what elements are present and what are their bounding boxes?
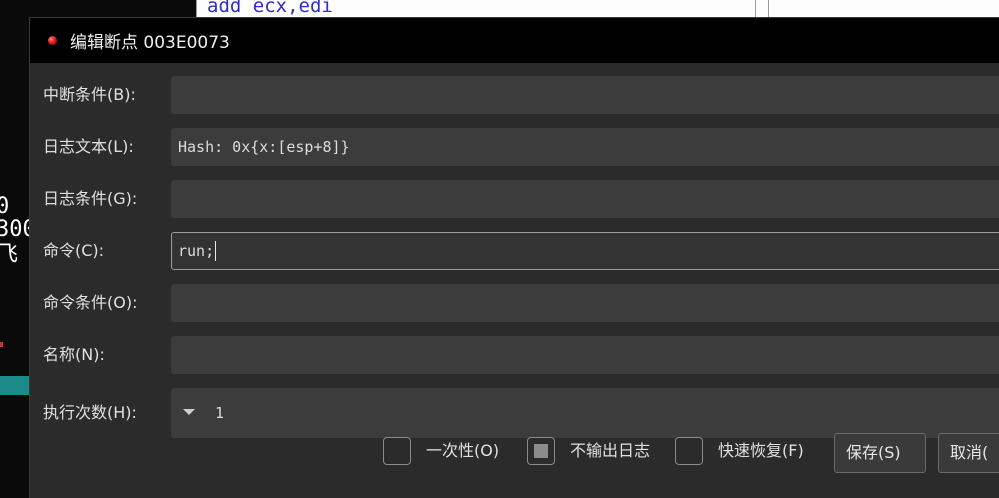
breakpoint-dot-icon xyxy=(48,36,57,45)
cancel-button[interactable]: 取消( xyxy=(938,433,999,473)
command-condition-input[interactable] xyxy=(171,284,999,322)
background-fragment: 飞 xyxy=(0,242,19,267)
chevron-down-icon[interactable] xyxy=(183,409,195,415)
log-condition-row: 日志条件(G): xyxy=(30,180,999,218)
hit-count-spinbox[interactable]: 1 xyxy=(171,388,999,438)
break-condition-row: 中断条件(B): xyxy=(30,76,999,114)
save-button[interactable]: 保存(S) xyxy=(834,433,926,473)
fast-resume-checkbox[interactable] xyxy=(675,437,703,465)
fast-resume-label[interactable]: 快速恢复(F) xyxy=(718,437,804,465)
text-caret xyxy=(215,240,217,261)
background-code-text: add ecx,edi xyxy=(207,0,333,17)
name-row: 名称(N): xyxy=(30,336,999,374)
silent-label[interactable]: 不输出日志 xyxy=(570,437,650,465)
command-row: 命令(C): run; xyxy=(30,232,999,270)
break-condition-input[interactable] xyxy=(171,76,999,114)
background-right-pane xyxy=(756,0,999,20)
background-disassembly-line: add ecx,edi xyxy=(196,0,756,20)
log-condition-input[interactable] xyxy=(171,180,999,218)
singleshot-label[interactable]: 一次性(O) xyxy=(426,437,499,465)
hit-count-value: 1 xyxy=(215,404,225,422)
name-input[interactable] xyxy=(171,336,999,374)
silent-checkbox[interactable] xyxy=(527,437,555,465)
hit-count-row: 执行次数(H): 1 xyxy=(30,388,999,438)
command-input-text: run; xyxy=(178,242,215,260)
log-text-input[interactable]: Hash: 0x{x:[esp+8]} xyxy=(171,128,999,166)
background-selection-highlight xyxy=(0,376,30,395)
singleshot-checkbox[interactable] xyxy=(383,437,411,465)
log-condition-label: 日志条件(G): xyxy=(43,189,138,208)
log-text-row: 日志文本(L): Hash: 0x{x:[esp+8]} xyxy=(30,128,999,166)
command-condition-label: 命令条件(O): xyxy=(43,293,138,312)
background-divider xyxy=(768,0,769,20)
log-text-label: 日志文本(L): xyxy=(43,137,134,156)
dialog-titlebar[interactable]: 编辑断点 003E0073 xyxy=(30,18,999,63)
indeterminate-mark-icon xyxy=(534,444,548,458)
background-fragment: 0 xyxy=(0,194,10,219)
command-condition-row: 命令条件(O): xyxy=(30,284,999,322)
name-label: 名称(N): xyxy=(43,345,105,364)
command-input[interactable]: run; xyxy=(171,232,999,270)
background-marker xyxy=(0,342,3,347)
hit-count-label: 执行次数(H): xyxy=(43,403,137,422)
command-label: 命令(C): xyxy=(43,241,105,260)
dialog-title: 编辑断点 003E0073 xyxy=(70,33,230,53)
edit-breakpoint-dialog: 编辑断点 003E0073 中断条件(B): 日志文本(L): Hash: 0x… xyxy=(30,18,999,498)
break-condition-label: 中断条件(B): xyxy=(43,85,136,104)
